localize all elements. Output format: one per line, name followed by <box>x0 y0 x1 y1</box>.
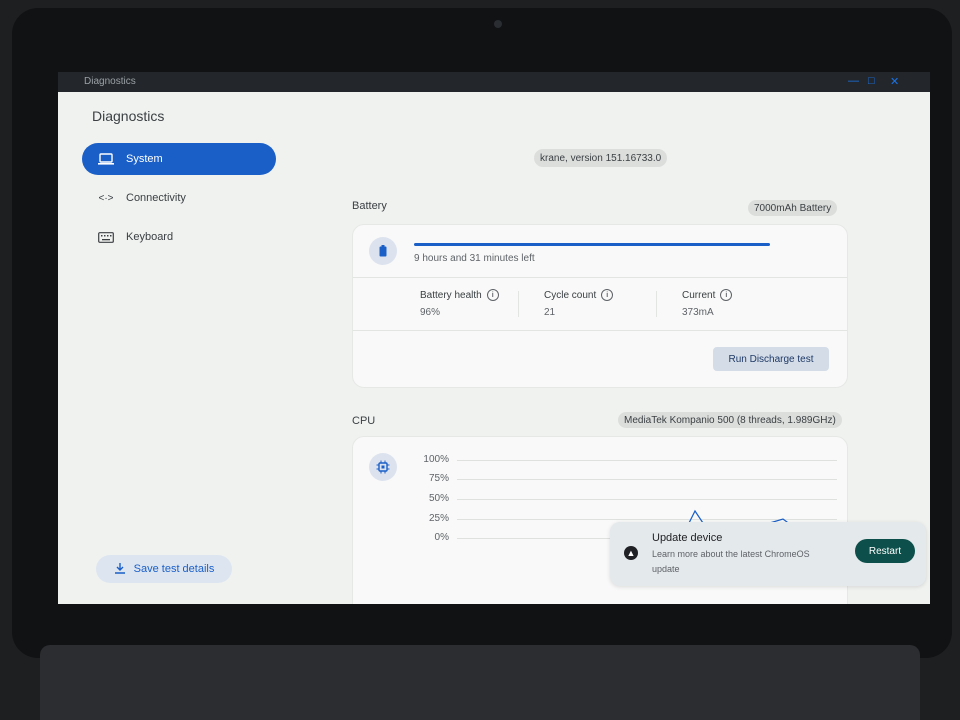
info-icon[interactable]: i <box>720 289 733 301</box>
cpu-y-tick: 25% <box>428 513 449 524</box>
screen: Diagnostics — □ ✕ Diagnostics System <·>… <box>58 72 930 604</box>
metric-name: Current <box>682 289 716 301</box>
keyboard-icon <box>96 231 116 243</box>
cpu-y-tick: 100% <box>423 454 449 465</box>
sidebar-item-label: System <box>126 153 163 165</box>
sidebar-item-label: Connectivity <box>126 192 186 204</box>
download-icon <box>114 562 126 577</box>
metric-separator <box>518 291 519 317</box>
restart-button[interactable]: Restart <box>855 539 915 563</box>
diagnostics-app: Diagnostics System <·> Connectivity Keyb… <box>58 92 930 604</box>
metric-value: 373mA <box>682 307 714 318</box>
connectivity-icon: <·> <box>98 192 114 204</box>
metric-name: Battery health <box>420 289 482 301</box>
metric-name: Cycle count <box>544 289 597 301</box>
battery-card: 9 hours and 31 minutes left Battery heal… <box>352 224 848 388</box>
update-arrow-icon: ▲ <box>624 546 638 560</box>
sidebar-item-keyboard[interactable]: Keyboard <box>82 221 276 253</box>
metric-value: 96% <box>420 307 441 318</box>
battery-progress-fill <box>414 243 770 246</box>
minimize-icon[interactable]: — <box>848 75 859 87</box>
keyboard-base <box>40 645 920 720</box>
version-chip: krane, version 151.16733.0 <box>534 149 668 167</box>
cpu-y-tick: 50% <box>428 493 449 504</box>
sidebar-item-connectivity[interactable]: <·> Connectivity <box>82 182 276 214</box>
camera <box>494 20 502 28</box>
battery-progress-bar <box>414 243 770 246</box>
sidebar-item-system[interactable]: System <box>82 143 276 175</box>
cpu-gridline <box>457 460 837 461</box>
battery-health-metric: Battery health i 96% <box>420 289 499 318</box>
window-title: Diagnostics <box>84 76 136 87</box>
save-button-label: Save test details <box>133 563 215 575</box>
info-icon[interactable]: i <box>486 289 499 301</box>
laptop-icon <box>96 153 116 165</box>
battery-capacity-chip: 7000mAh Battery <box>748 200 838 216</box>
window-titlebar: Diagnostics — □ ✕ <box>58 72 930 92</box>
battery-icon <box>369 237 397 265</box>
current-metric: Current i 373mA <box>682 289 733 318</box>
cpu-y-tick: 75% <box>428 473 449 484</box>
cpu-model-chip: MediaTek Kompanio 500 (8 threads, 1.989G… <box>618 412 842 428</box>
cycle-count-metric: Cycle count i 21 <box>544 289 614 318</box>
card-divider <box>353 277 847 278</box>
app-title: Diagnostics <box>92 108 165 124</box>
toast-title: Update device <box>652 532 723 544</box>
card-divider <box>353 330 847 331</box>
cpu-y-tick: 0% <box>434 532 449 543</box>
close-icon[interactable]: ✕ <box>890 75 899 88</box>
sidebar-item-label: Keyboard <box>126 231 174 243</box>
cpu-section-label: CPU <box>352 415 376 427</box>
metric-value: 21 <box>544 307 556 318</box>
save-test-details-button[interactable]: Save test details <box>96 555 232 583</box>
cpu-icon <box>369 453 397 481</box>
run-discharge-test-button[interactable]: Run Discharge test <box>713 347 829 371</box>
cpu-gridline <box>457 479 837 480</box>
update-device-toast: ▲ Update device Learn more about the lat… <box>610 522 926 586</box>
battery-time-left: 9 hours and 31 minutes left <box>414 253 535 264</box>
battery-section-label: Battery <box>352 200 387 212</box>
toast-message[interactable]: Learn more about the latest ChromeOS upd… <box>652 547 836 577</box>
metric-separator <box>656 291 657 317</box>
maximize-icon[interactable]: □ <box>868 75 875 87</box>
info-icon[interactable]: i <box>601 289 614 301</box>
